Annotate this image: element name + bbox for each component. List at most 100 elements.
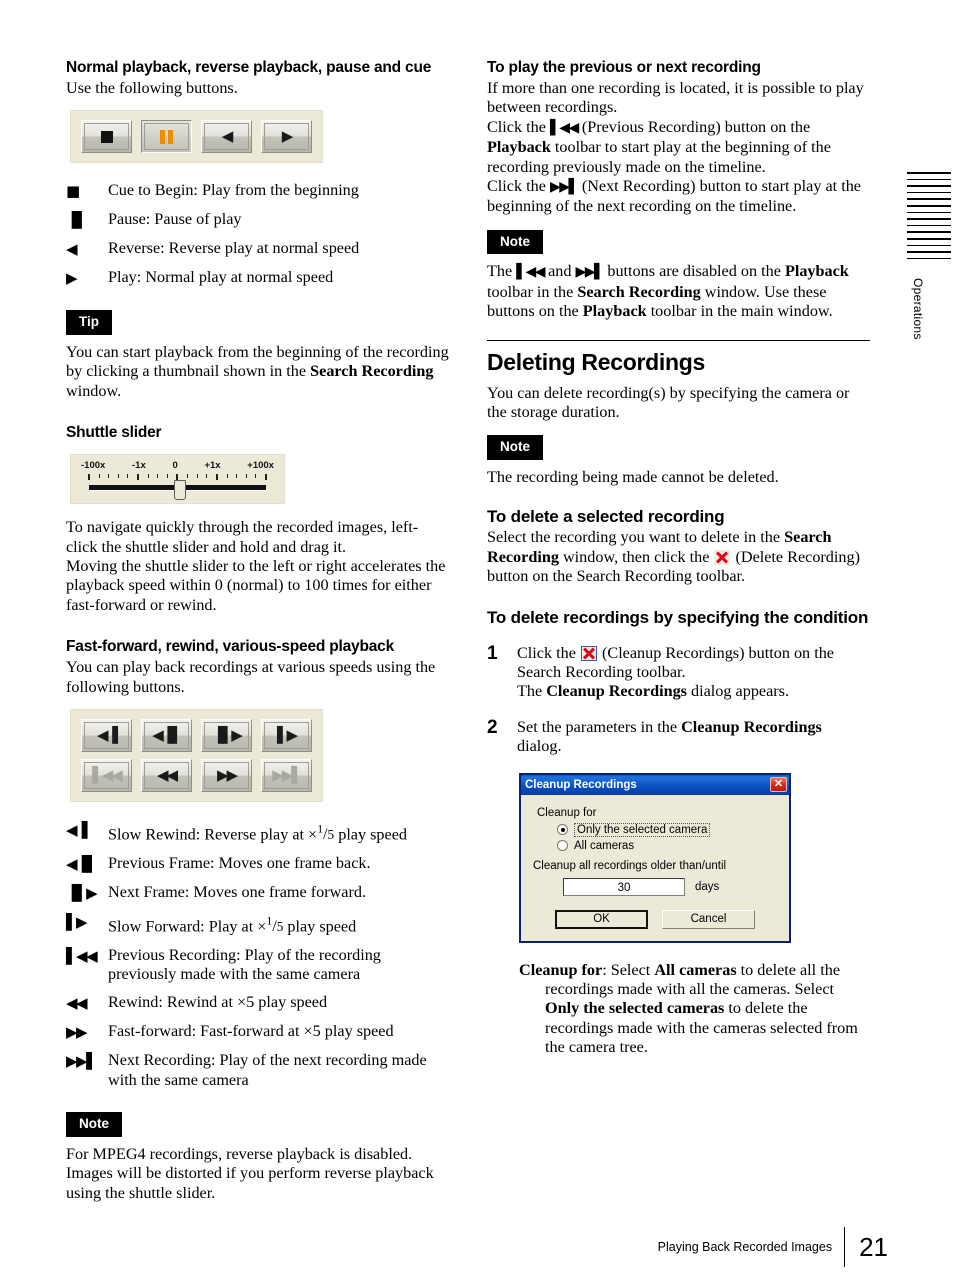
stop-icon: ■ bbox=[66, 182, 80, 201]
heading-delete-by-condition: To delete recordings by specifying the c… bbox=[487, 607, 869, 627]
stop-icon bbox=[100, 130, 113, 143]
cue-to-begin-button[interactable] bbox=[81, 120, 132, 154]
tip-text-bold: Search Recording bbox=[310, 362, 434, 381]
days-input[interactable]: 30 bbox=[563, 877, 685, 896]
next-frame-button[interactable]: ▐▌▶ bbox=[201, 718, 252, 752]
note-badge: Note bbox=[487, 229, 543, 255]
prev-next-para2: Click the ▌◀◀ (Previous Recording) butto… bbox=[487, 118, 870, 177]
list-item-label: Previous Frame: Moves one frame back. bbox=[108, 853, 371, 872]
footer-chapter-title: Playing Back Recorded Images bbox=[657, 1240, 833, 1254]
para2-bold: Playback bbox=[487, 138, 551, 157]
play-triangle-icon: ▶ bbox=[281, 127, 293, 146]
play-button[interactable]: ▶ bbox=[261, 120, 312, 154]
list-item: ▶▶▌ Next Recording: Play of the next rec… bbox=[66, 1051, 449, 1090]
heading-prev-next-recording: To play the previous or next recording bbox=[487, 59, 761, 76]
shuttle-slider-figure[interactable]: -100x -1x 0 +1x +100x bbox=[70, 454, 285, 505]
playback-toolbar-figure: ◀ ▶ bbox=[70, 110, 323, 164]
shuttle-label-minus100: -100x bbox=[81, 460, 106, 472]
radio-button-icon[interactable] bbox=[557, 824, 568, 836]
dialog-titlebar: Cleanup Recordings ✕ bbox=[521, 774, 789, 795]
shuttle-label-minus1: -1x bbox=[132, 460, 146, 472]
cleanup-recordings-icon[interactable] bbox=[580, 645, 597, 661]
note-part4: toolbar in the bbox=[487, 282, 578, 301]
days-field-row: 30 days bbox=[563, 877, 777, 896]
list-item: ▌▶ Slow Forward: Play at ×1/5 play speed bbox=[66, 912, 449, 937]
previous-frame-button[interactable]: ◀▐▌ bbox=[141, 718, 192, 752]
edge-tab: Operations bbox=[907, 172, 951, 345]
list-item-label: Next Frame: Moves one frame forward. bbox=[108, 882, 367, 901]
step1-part4: dialog appears. bbox=[686, 682, 790, 701]
fast-forward-icon: ▶▶ bbox=[66, 1023, 88, 1042]
sub1-part1: Select the recording you want to delete … bbox=[487, 528, 785, 547]
cancel-button[interactable]: Cancel bbox=[662, 909, 755, 929]
reverse-triangle-icon: ◀ bbox=[221, 127, 233, 146]
cleanup-for-definition: Cleanup for: Select All cameras to delet… bbox=[519, 961, 870, 1058]
radio-all-cameras[interactable]: All cameras bbox=[557, 840, 777, 852]
fraction-numerator: 1 bbox=[266, 914, 273, 928]
list-item: ◀◀ Rewind: Rewind at ×5 play speed bbox=[66, 993, 449, 1013]
tip-text-part2: window. bbox=[66, 381, 122, 400]
slow-forward-button[interactable]: ▌▶ bbox=[261, 718, 312, 752]
edge-tab-lines bbox=[907, 172, 951, 260]
right-column: To play the previous or next recording I… bbox=[487, 58, 870, 1058]
mpeg4-note-text: For MPEG4 recordings, reverse playback i… bbox=[66, 1144, 434, 1202]
list-item-label: Next Recording: Play of the next recordi… bbox=[108, 1051, 427, 1089]
next-recording-button: ▶▶▌ bbox=[261, 758, 312, 792]
radio-only-selected-camera[interactable]: Only the selected camera bbox=[557, 822, 777, 837]
label-part2: play speed bbox=[334, 825, 407, 844]
rewind-button[interactable]: ◀◀ bbox=[141, 758, 192, 792]
delete-recording-icon[interactable] bbox=[714, 549, 731, 565]
list-item-label: Rewind: Rewind at ×5 play speed bbox=[108, 993, 328, 1012]
note-badge: Note bbox=[66, 1112, 122, 1137]
shuttle-knob[interactable] bbox=[174, 480, 186, 501]
shuttle-label-plus100: +100x bbox=[247, 460, 274, 472]
page-number: 21 bbox=[844, 1227, 888, 1267]
playback-glyph-list: ■ Cue to Begin: Play from the beginning … bbox=[66, 181, 449, 288]
list-item: ◀ Reverse: Reverse play at normal speed bbox=[66, 239, 449, 259]
next-recording-icon: ▶▶▌ bbox=[575, 264, 605, 281]
slow-forward-icon: ▌▶ bbox=[66, 912, 88, 931]
slow-rewind-button[interactable]: ◀▐ bbox=[81, 718, 132, 752]
pause-button[interactable] bbox=[141, 120, 192, 154]
dialog-body: Cleanup for Only the selected camera All… bbox=[521, 795, 789, 941]
previous-recording-icon: ▌◀◀ bbox=[66, 946, 98, 965]
list-item: ▐▌ Pause: Pause of play bbox=[66, 210, 449, 230]
previous-frame-icon: ◀▐▌ bbox=[66, 854, 98, 873]
radio-button-icon[interactable] bbox=[557, 840, 568, 852]
next-frame-icon: ▐▌▶ bbox=[212, 725, 243, 744]
list-item-label: Fast-forward: Fast-forward at ×5 play sp… bbox=[108, 1022, 394, 1041]
reverse-button[interactable]: ◀ bbox=[201, 120, 252, 154]
list-item-label: Slow Rewind: Reverse play at ×1/5 play s… bbox=[108, 822, 407, 844]
previous-recording-icon: ▌◀◀ bbox=[516, 264, 545, 281]
ok-button[interactable]: OK bbox=[555, 909, 648, 929]
radio-label: Only the selected camera bbox=[574, 822, 711, 837]
next-frame-icon: ▐▌▶ bbox=[66, 883, 98, 902]
note-bold1: Playback bbox=[784, 262, 849, 281]
previous-recording-button: ▌◀◀ bbox=[81, 758, 132, 792]
sub1-part2: window, then click the bbox=[558, 547, 714, 566]
step1-part1: Click the bbox=[517, 643, 580, 662]
edge-tab-label: Operations bbox=[911, 278, 925, 341]
list-item-label: Pause: Pause of play bbox=[108, 210, 242, 229]
note-bold2: Search Recording bbox=[577, 282, 701, 301]
next-recording-icon: ▶▶▌ bbox=[549, 179, 579, 196]
list-item: ▶ Play: Normal play at normal speed bbox=[66, 268, 449, 288]
close-icon[interactable]: ✕ bbox=[770, 777, 787, 793]
note-part2: and bbox=[544, 262, 576, 281]
fraction-numerator: 1 bbox=[317, 822, 324, 836]
next-recording-icon: ▶▶▌ bbox=[272, 765, 303, 784]
list-item-label: Reverse: Reverse play at normal speed bbox=[108, 239, 360, 258]
heading-shuttle-slider: Shuttle slider bbox=[66, 424, 162, 442]
rewind-icon: ◀◀ bbox=[66, 994, 88, 1013]
reverse-icon: ◀ bbox=[66, 240, 78, 259]
list-item: ▐▌▶ Next Frame: Moves one frame forward. bbox=[66, 883, 449, 903]
cleanup-for-label: Cleanup for bbox=[537, 806, 597, 819]
list-item: ▌◀◀ Previous Recording: Play of the reco… bbox=[66, 946, 449, 985]
fast-forward-button[interactable]: ▶▶ bbox=[201, 758, 252, 792]
pause-icon: ▐▌ bbox=[66, 211, 88, 230]
slow-rewind-icon: ◀▐ bbox=[66, 820, 88, 839]
cleanup-recordings-dialog[interactable]: Cleanup Recordings ✕ Cleanup for Only th… bbox=[519, 772, 791, 943]
heading-fast-forward: Fast-forward, rewind, various-speed play… bbox=[66, 638, 394, 656]
label-part1: Slow Rewind: Reverse play at × bbox=[108, 825, 318, 844]
list-item-label: Cue to Begin: Play from the beginning bbox=[108, 181, 359, 200]
